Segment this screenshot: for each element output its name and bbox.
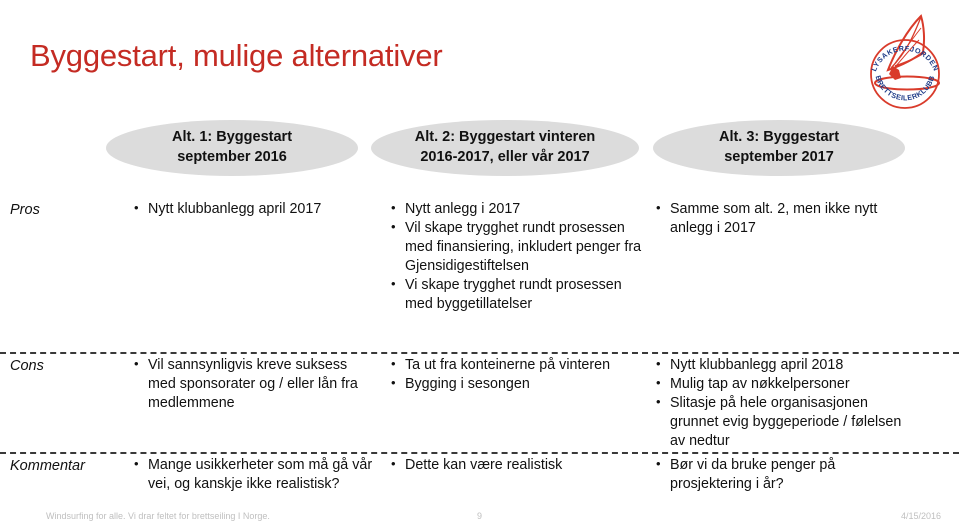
pros-col-2-list: Nytt anlegg i 2017 Vil skape trygghet ru… [390,199,645,314]
row-label-pros: Pros [10,202,40,218]
page-title: Byggestart, mulige alternativer [30,38,443,73]
cons-col-3: Nytt klubbanlegg april 2018 Mulig tap av… [655,355,915,451]
row-kommentar: Kommentar Mange usikkerheter som må gå v… [0,452,959,508]
row-label-kommentar: Kommentar [10,458,85,474]
list-item: Samme som alt. 2, men ikke nytt anlegg i… [655,199,915,238]
alternative-3-label-line1: Alt. 3: Byggestart [718,129,840,146]
list-item: Vil skape trygghet rundt prosessen med f… [390,218,645,276]
logo-top-text: LYSAKERFJORDEN [869,44,940,73]
list-item: Bygging i sesongen [390,374,645,394]
row-pros: Pros Nytt klubbanlegg april 2017 Nytt an… [0,196,959,352]
kommentar-col-2-list: Dette kan være realistisk [390,455,645,475]
list-item: Nytt anlegg i 2017 [390,199,645,219]
cons-col-2-list: Ta ut fra konteinerne på vinteren Byggin… [390,355,645,394]
cons-col-1: Vil sannsynligvis kreve suksess med spon… [133,355,375,413]
alternative-2-pill[interactable]: Alt. 2: Byggestart vinteren 2016-2017, e… [371,120,639,176]
cons-col-2: Ta ut fra konteinerne på vinteren Byggin… [390,355,645,394]
row-divider-cons [0,352,959,354]
list-item: Slitasje på hele organisasjonen grunnet … [655,393,915,451]
lysakerfjorden-brettseilerklubb-logo: LYSAKERFJORDEN BRETTSEILERKLUBB [855,8,955,116]
logo-bottom-text: BRETTSEILERKLUBB [874,74,936,102]
slide: Byggestart, mulige alternativer LYSAKERF… [0,0,959,527]
svg-text:BRETTSEILERKLUBB: BRETTSEILERKLUBB [874,74,937,102]
list-item: Mange usikkerheter som må gå vår vei, og… [133,455,375,494]
list-item: Nytt klubbanlegg april 2017 [133,199,375,219]
footer-date: 4/15/2016 [900,511,941,521]
list-item: Dette kan være realistisk [390,455,645,475]
pros-col-1-list: Nytt klubbanlegg april 2017 [133,199,375,219]
kommentar-col-1: Mange usikkerheter som må gå vår vei, og… [133,455,375,494]
alternative-3-label-line2: september 2017 [724,149,834,165]
list-item: Nytt klubbanlegg april 2018 [655,355,915,375]
kommentar-col-3-list: Bør vi da bruke penger på prosjektering … [655,455,915,494]
list-item: Bør vi da bruke penger på prosjektering … [655,455,915,494]
row-label-cons: Cons [10,358,44,374]
alternative-2-label-line2: 2016-2017, eller vår 2017 [420,149,590,165]
pros-col-3-list: Samme som alt. 2, men ikke nytt anlegg i… [655,199,915,238]
list-item: Ta ut fra konteinerne på vinteren [390,355,645,375]
list-item: Vil sannsynligvis kreve suksess med spon… [133,355,375,413]
footer-page-number: 9 [476,511,482,521]
row-divider-kommentar [0,452,959,454]
cons-col-1-list: Vil sannsynligvis kreve suksess med spon… [133,355,375,413]
kommentar-col-1-list: Mange usikkerheter som må gå vår vei, og… [133,455,375,494]
alternative-1-label-line2: september 2016 [177,149,287,165]
alternative-1-pill[interactable]: Alt. 1: Byggestart september 2016 [106,120,358,176]
pros-col-3: Samme som alt. 2, men ikke nytt anlegg i… [655,199,915,238]
alternatives-header: Alt. 1: Byggestart september 2016 Alt. 2… [0,120,959,178]
cons-col-3-list: Nytt klubbanlegg april 2018 Mulig tap av… [655,355,915,451]
list-item: Vi skape trygghet rundt prosessen med by… [390,275,645,314]
alternative-3-pill[interactable]: Alt. 3: Byggestart september 2017 [653,120,905,176]
alternative-2-label-line1: Alt. 2: Byggestart vinteren [414,129,596,146]
pros-col-1: Nytt klubbanlegg april 2017 [133,199,375,219]
alternative-1-label-line1: Alt. 1: Byggestart [171,129,293,146]
pros-col-2: Nytt anlegg i 2017 Vil skape trygghet ru… [390,199,645,314]
kommentar-col-3: Bør vi da bruke penger på prosjektering … [655,455,915,494]
slide-footer: Windsurfing for alle. Vi drar feltet for… [0,505,959,527]
svg-text:LYSAKERFJORDEN: LYSAKERFJORDEN [869,44,941,73]
kommentar-col-2: Dette kan være realistisk [390,455,645,475]
row-cons: Cons Vil sannsynligvis kreve suksess med… [0,352,959,452]
list-item: Mulig tap av nøkkelpersoner [655,374,915,394]
comparison-grid: Pros Nytt klubbanlegg april 2017 Nytt an… [0,196,959,496]
